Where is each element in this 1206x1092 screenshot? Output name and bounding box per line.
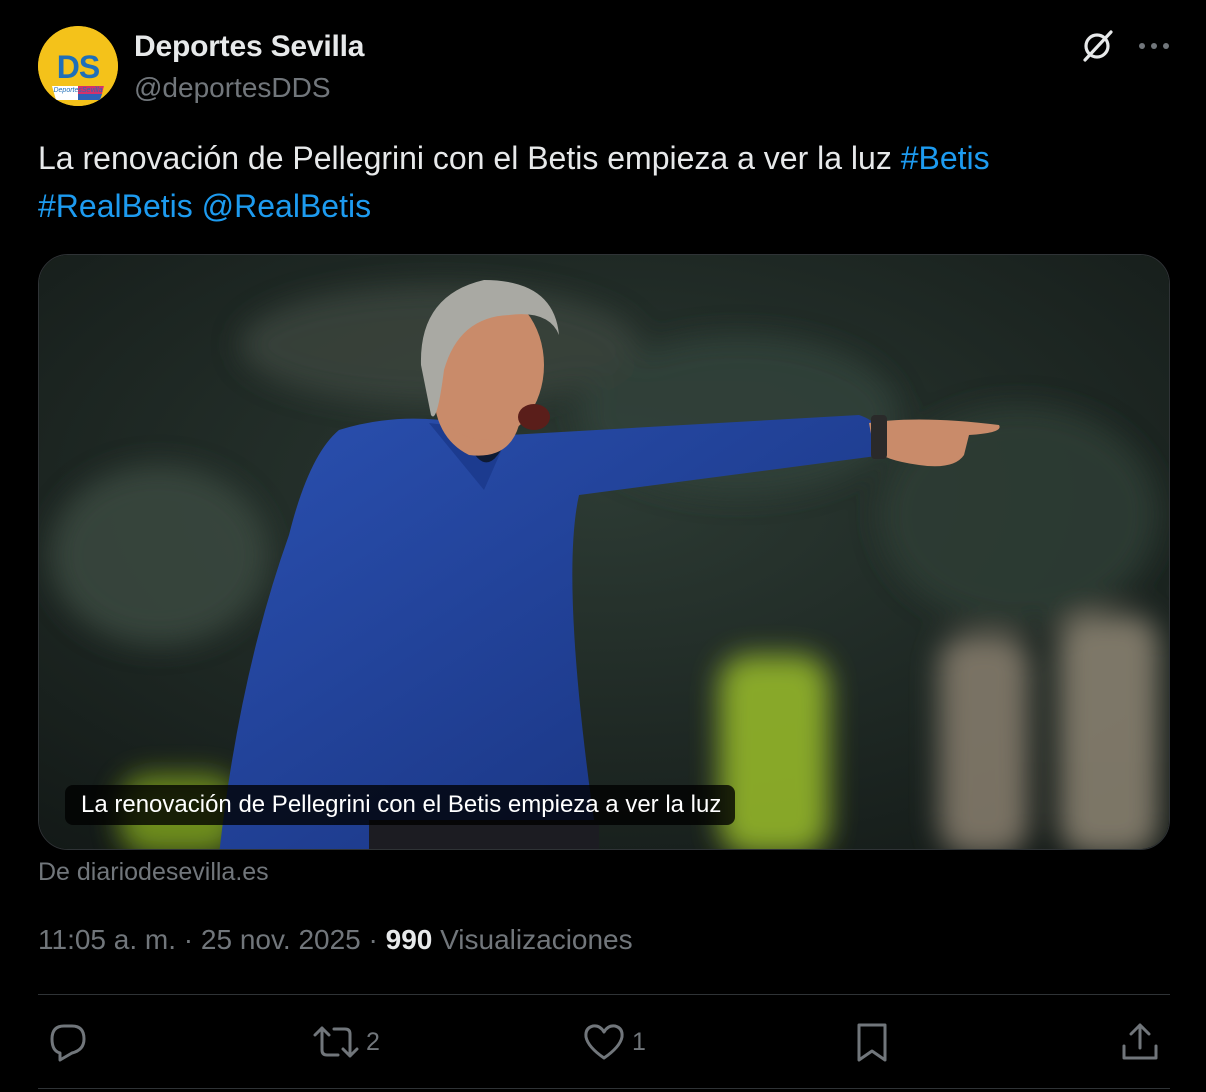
like-count: 1 <box>632 1027 646 1056</box>
mention-realbetis[interactable]: @RealBetis <box>202 188 371 224</box>
reply-button[interactable] <box>46 1018 90 1066</box>
hashtag-realbetis[interactable]: #RealBetis <box>38 188 193 224</box>
tweet-text-body: La renovación de Pellegrini con el Betis… <box>38 140 901 176</box>
divider <box>38 994 1170 995</box>
link-card-media[interactable]: La renovación de Pellegrini con el Betis… <box>38 254 1170 850</box>
divider <box>38 1088 1170 1089</box>
retweet-button[interactable]: 2 <box>312 1018 380 1066</box>
avatar[interactable]: DS DeportesSevilla <box>38 26 118 106</box>
hashtag-betis[interactable]: #Betis <box>901 140 990 176</box>
tweet-metadata: 11:05 a. m. · 25 nov. 2025 · 990 Visuali… <box>38 924 633 956</box>
tweet-date[interactable]: 25 nov. 2025 <box>201 924 361 955</box>
author-handle[interactable]: @deportesDDS <box>134 72 331 104</box>
article-photo <box>39 255 1169 849</box>
reply-icon <box>50 1024 86 1062</box>
share-button[interactable] <box>1118 1018 1162 1066</box>
bookmark-icon <box>857 1023 887 1062</box>
tweet-article: DS DeportesSevilla Deportes Sevilla @dep… <box>0 0 1206 1092</box>
bookmark-button[interactable] <box>850 1018 894 1066</box>
svg-text:DeportesSevilla: DeportesSevilla <box>53 87 102 94</box>
avatar-logo-image: DS DeportesSevilla <box>38 26 118 106</box>
like-button[interactable]: 1 <box>582 1018 646 1066</box>
media-caption: La renovación de Pellegrini con el Betis… <box>65 785 736 825</box>
retweet-icon <box>313 1026 359 1058</box>
meta-separator: · <box>176 924 201 955</box>
svg-text:DS: DS <box>57 49 100 85</box>
share-icon <box>1122 1023 1158 1060</box>
tweet-text: La renovación de Pellegrini con el Betis… <box>38 134 1168 230</box>
more-options-icon[interactable] <box>1134 30 1174 62</box>
author-name[interactable]: Deportes Sevilla <box>134 30 364 64</box>
tweet-time[interactable]: 11:05 a. m. <box>38 924 176 955</box>
views-label: Visualizaciones <box>440 924 633 955</box>
grok-icon[interactable] <box>1080 28 1116 64</box>
retweet-count: 2 <box>366 1027 380 1056</box>
heart-icon <box>584 1024 624 1060</box>
views-count: 990 <box>385 924 433 955</box>
meta-separator: · <box>360 924 386 955</box>
link-source[interactable]: De diariodesevilla.es <box>38 858 269 887</box>
